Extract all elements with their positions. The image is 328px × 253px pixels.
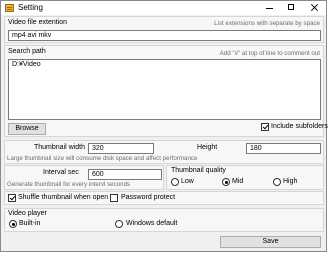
player-builtin-label: Built-in	[19, 220, 41, 227]
options-group: Shuffle thumbnail when open Password pro…	[4, 191, 324, 205]
settings-window: Setting Video file extention List extens…	[0, 0, 328, 252]
password-protect-label: Password protect	[121, 194, 176, 201]
quality-low-label: Low	[181, 178, 194, 185]
settings-app-icon	[5, 4, 14, 12]
thumbnail-width-input[interactable]: 320	[88, 143, 154, 154]
save-button[interactable]: Save	[220, 236, 321, 248]
search-path-hint: Add "#" at top of line to comment out	[219, 50, 320, 57]
include-subfolders-checkbox[interactable]	[261, 123, 269, 131]
close-icon	[311, 4, 318, 11]
quality-high-label: High	[283, 178, 298, 185]
search-path-label: Search path	[8, 48, 46, 55]
thumbnail-quality-label: Thumbnail quality	[171, 167, 226, 174]
minimize-icon	[266, 8, 273, 9]
browse-button[interactable]: Browse	[8, 123, 46, 135]
quality-high-radio[interactable]	[273, 178, 281, 186]
search-path-textarea[interactable]: D:¥Video	[8, 59, 321, 120]
video-extension-input[interactable]: mp4 avi mkv	[8, 30, 321, 41]
thumbnail-height-label: Height	[197, 144, 218, 151]
search-path-group: Search path Add "#" at top of line to co…	[4, 45, 328, 137]
quality-low-radio[interactable]	[171, 178, 179, 186]
quality-mid-radio[interactable]	[222, 178, 230, 186]
video-player-label: Video player	[8, 210, 47, 217]
video-player-group: Video player Built-in Windows default	[4, 208, 324, 232]
window-title: Setting	[18, 3, 43, 12]
title-bar: Setting	[1, 1, 326, 15]
thumbnail-size-hint: Large thumbnail size will consume disk s…	[7, 155, 198, 162]
interval-input[interactable]: 600	[88, 169, 162, 180]
quality-mid-label: Mid	[232, 178, 244, 185]
thumbnail-size-group: Thumbnail width 320 Height 180 Large thu…	[4, 140, 324, 164]
thumbnail-width-label: Thumbnail width	[34, 144, 85, 151]
close-button[interactable]	[303, 1, 325, 15]
include-subfolders-label: Include subfolders	[271, 123, 328, 130]
maximize-icon	[288, 4, 294, 10]
player-windows-default-label: Windows default	[126, 220, 178, 227]
shuffle-label: Shuffle thumbnail when open	[18, 194, 109, 201]
thumbnail-quality-group: Thumbnail quality Low Mid High	[166, 165, 324, 190]
player-windows-default-radio[interactable]	[115, 220, 123, 228]
shuffle-checkbox[interactable]	[8, 194, 16, 202]
maximize-button[interactable]	[281, 1, 303, 15]
interval-hint: Generate thumbnail for every intervl sec…	[7, 181, 131, 188]
interval-group: Interval sec 600 Generate thumbnail for …	[4, 165, 164, 190]
minimize-button[interactable]	[259, 1, 281, 15]
video-extension-hint: List extensions with separate by space	[214, 20, 320, 27]
password-protect-checkbox[interactable]	[110, 194, 118, 202]
video-extension-label: Video file extention	[8, 19, 68, 26]
thumbnail-height-input[interactable]: 180	[246, 143, 321, 154]
player-builtin-radio[interactable]	[9, 220, 17, 228]
video-extension-group: Video file extention List extensions wit…	[4, 16, 324, 43]
interval-label: Interval sec	[43, 169, 79, 176]
